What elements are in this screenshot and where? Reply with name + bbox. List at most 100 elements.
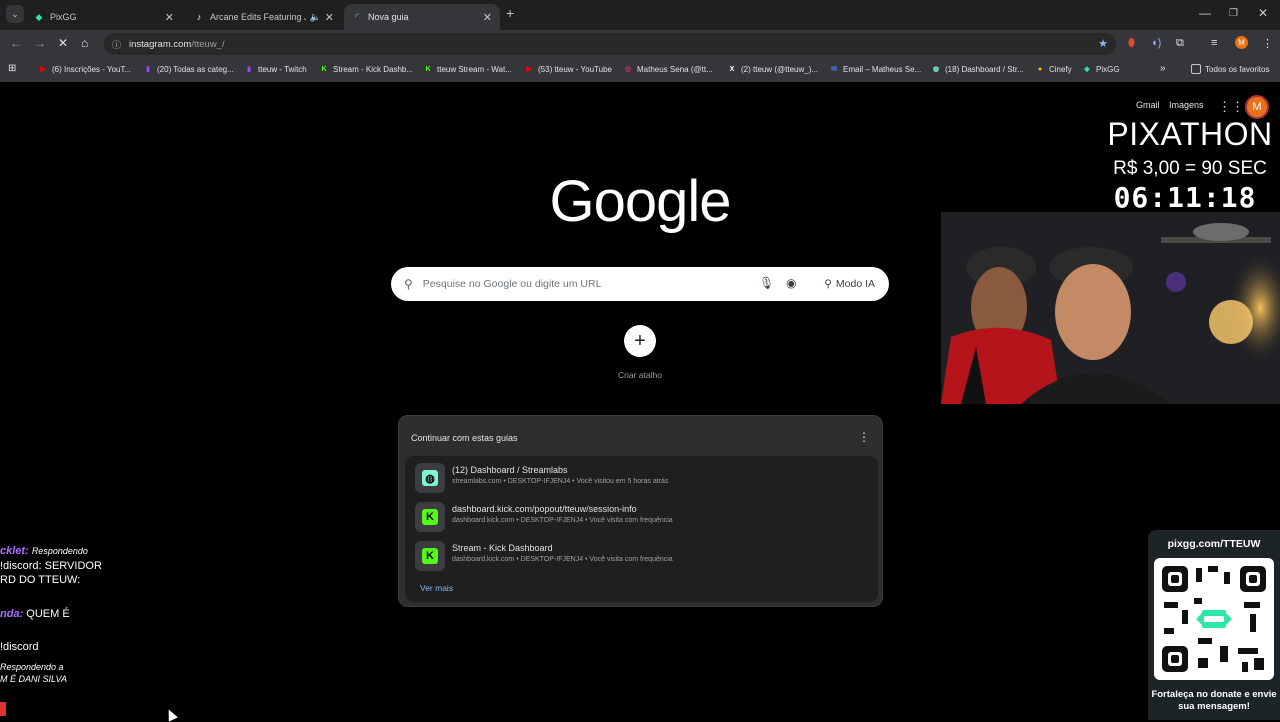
chat-line: nda: QUEM É <box>0 608 70 620</box>
bookmarks-bar: ⊞ ▶ (6) Inscrições - YouT... ▮ (20) Todas a… <box>0 58 1280 82</box>
address-host: instagram.com <box>129 38 192 50</box>
ai-search-icon: ⚲ <box>824 278 832 290</box>
site-info-icon[interactable]: ⓘ <box>112 38 121 51</box>
close-icon[interactable]: ✕ <box>325 11 334 24</box>
chat-text: RD DO TTEUW: <box>0 574 81 586</box>
bookmark-item[interactable]: ✉ Email – Matheus Se... <box>829 64 921 74</box>
tab-pixgg[interactable]: ◆ PixGG ✕ <box>26 4 182 30</box>
forward-icon[interactable]: → <box>34 36 46 50</box>
new-tab-button[interactable]: + <box>506 5 514 21</box>
minimize-icon[interactable]: — <box>1199 6 1211 20</box>
list-item[interactable]: K Stream - Kick Dashboard dashboard.kick… <box>411 537 872 573</box>
extensions-icon[interactable]: ⧉ <box>1176 37 1184 50</box>
bookmark-label: (20) Todas as categ... <box>157 64 234 74</box>
bookmark-label: (6) Inscrições - YouT... <box>52 64 132 74</box>
bookmark-label: Stream - Kick Dashb... <box>333 64 414 74</box>
kick-icon: K <box>415 502 445 532</box>
microphone-icon[interactable]: 🎙 <box>759 276 774 290</box>
bookmark-item[interactable]: ▮ tteuw - Twitch <box>244 64 307 74</box>
browser-toolbar: ← → ✕ ⌂ ⓘ instagram.com/tteuw_/ ★ ⬮ ◖) ⧉… <box>0 30 1280 58</box>
chat-user: cklet: <box>0 545 29 557</box>
bookmark-item[interactable]: K Stream - Kick Dashb... <box>319 64 413 74</box>
outlook-icon: ✉ <box>831 66 837 73</box>
search-icon: ⚲ <box>404 277 413 291</box>
bookmark-label: (53) tteuw - YouTube <box>538 64 612 74</box>
chat-emote <box>0 702 6 716</box>
bookmark-item[interactable]: X (2) tteuw (@tteuw_)... <box>727 64 818 74</box>
bookmark-item[interactable]: ▮ (20) Todas as categ... <box>143 64 234 74</box>
back-icon[interactable]: ← <box>10 36 22 50</box>
chat-text: Respondendo <box>31 546 88 556</box>
more-bookmarks-icon[interactable]: » <box>1160 63 1166 74</box>
images-link[interactable]: Imagens <box>1169 100 1204 110</box>
search-box[interactable]: ⚲ 🎙 ◉ ⚲ Modo IA <box>391 267 889 301</box>
chat-text: !discord <box>0 641 39 653</box>
item-title: (12) Dashboard / Streamlabs <box>452 465 568 475</box>
address-bar[interactable]: ⓘ instagram.com/tteuw_/ ★ <box>104 33 1116 55</box>
add-shortcut-button[interactable]: + <box>624 325 656 357</box>
pixathon-timer: 06:11:18 <box>1113 181 1257 214</box>
youtube-icon: ▶ <box>526 66 532 73</box>
address-path: /tteuw_/ <box>191 38 225 50</box>
bookmark-label: Matheus Sena (@tt... <box>637 64 713 74</box>
stop-icon[interactable]: ✕ <box>58 36 68 50</box>
see-more-link[interactable]: Ver mais <box>420 583 453 593</box>
extension-audio-icon[interactable]: ◖) <box>1151 37 1161 49</box>
tab-title: Arcane Edits Featuring Jinx <box>210 12 306 22</box>
webcam-image <box>941 212 1280 404</box>
bookmark-item[interactable]: ● Cinefy <box>1035 64 1072 74</box>
restore-icon[interactable]: ❐ <box>1229 8 1238 19</box>
stream-chat: cklet: Respondendo !discord: SERVIDOR RD… <box>0 545 120 720</box>
bookmark-item[interactable]: ◎ Matheus Sena (@tt... <box>623 64 713 74</box>
bookmark-item[interactable]: ▶ (53) tteuw - YouTube <box>524 64 612 74</box>
folder-icon <box>1191 64 1201 74</box>
close-icon[interactable]: ✕ <box>483 11 492 24</box>
bookmark-label: PixGG <box>1096 64 1120 74</box>
lens-icon[interactable]: ◉ <box>786 276 796 290</box>
add-shortcut-label: Criar atalho <box>618 370 662 380</box>
tab-search-button[interactable]: ⌄ <box>6 5 24 23</box>
bookmark-item[interactable]: Ktteuw Stream - Wat... <box>423 64 512 74</box>
tab-strip: ⌄ ◆ PixGG ✕ ♪ Arcane Edits Featuring Jin… <box>0 0 1280 30</box>
tab-title: PixGG <box>50 12 77 22</box>
speaker-icon[interactable]: 🔈 <box>310 12 321 23</box>
pixathon-title: PIXATHON <box>1107 116 1273 152</box>
extension-record-icon[interactable]: ⬮ <box>1128 37 1135 50</box>
list-item[interactable]: ◍ (12) Dashboard / Streamlabs streamlabs… <box>411 459 872 495</box>
chat-user: nda: <box>0 608 24 620</box>
pixgg-url: pixgg.com/TTEUW <box>1167 538 1261 550</box>
ai-mode-button[interactable]: ⚲ Modo IA <box>816 271 883 297</box>
pixgg-icon: ◆ <box>1084 66 1090 73</box>
close-icon[interactable]: ✕ <box>165 11 174 24</box>
bookmark-item[interactable]: ◍ (18) Dashboard / Str... <box>931 64 1024 74</box>
streamlabs-icon: ◍ <box>415 463 445 493</box>
tab-nova-guia[interactable]: ◜ Nova guia ✕ <box>344 4 500 30</box>
profile-avatar[interactable]: M <box>1235 36 1248 49</box>
window-close-icon[interactable]: ✕ <box>1258 6 1268 20</box>
chat-text: Respondendo a <box>0 662 64 672</box>
list-item[interactable]: K dashboard.kick.com/popout/tteuw/sessio… <box>411 498 872 534</box>
bookmark-label: tteuw Stream - Wat... <box>437 64 512 74</box>
chat-line: M É DANI SILVA <box>0 673 67 685</box>
continue-tabs-title: Continuar com estas guias <box>411 433 518 443</box>
loading-icon: ◜ <box>355 11 359 23</box>
item-title: Stream - Kick Dashboard <box>452 543 553 553</box>
home-icon[interactable]: ⌂ <box>81 36 88 50</box>
bookmark-star-icon[interactable]: ★ <box>1098 37 1108 50</box>
apps-icon[interactable]: ⊞ <box>8 63 16 74</box>
menu-icon[interactable]: ⋮ <box>1262 37 1273 50</box>
bookmark-label: Cinefy <box>1049 64 1072 74</box>
media-control-icon[interactable]: ≡ <box>1211 37 1217 49</box>
tab-arcane-edits[interactable]: ♪ Arcane Edits Featuring Jinx 🔈 ✕ <box>186 4 342 30</box>
bookmark-item[interactable]: ▶ (6) Inscrições - YouT... <box>38 64 131 74</box>
gmail-link[interactable]: Gmail <box>1136 100 1160 110</box>
ai-mode-label: Modo IA <box>835 278 875 290</box>
all-bookmarks-folder[interactable]: Todos os favoritos <box>1191 64 1269 74</box>
chat-text: M É DANI SILVA <box>0 674 68 684</box>
chat-line: !discord: SERVIDOR <box>0 560 102 572</box>
kick-icon: K <box>321 65 327 73</box>
bookmark-item[interactable]: ◆ PixGG <box>1082 64 1120 74</box>
search-input[interactable] <box>422 278 743 290</box>
mouse-cursor <box>164 707 178 722</box>
card-options-icon[interactable]: ⋮ <box>858 430 870 444</box>
